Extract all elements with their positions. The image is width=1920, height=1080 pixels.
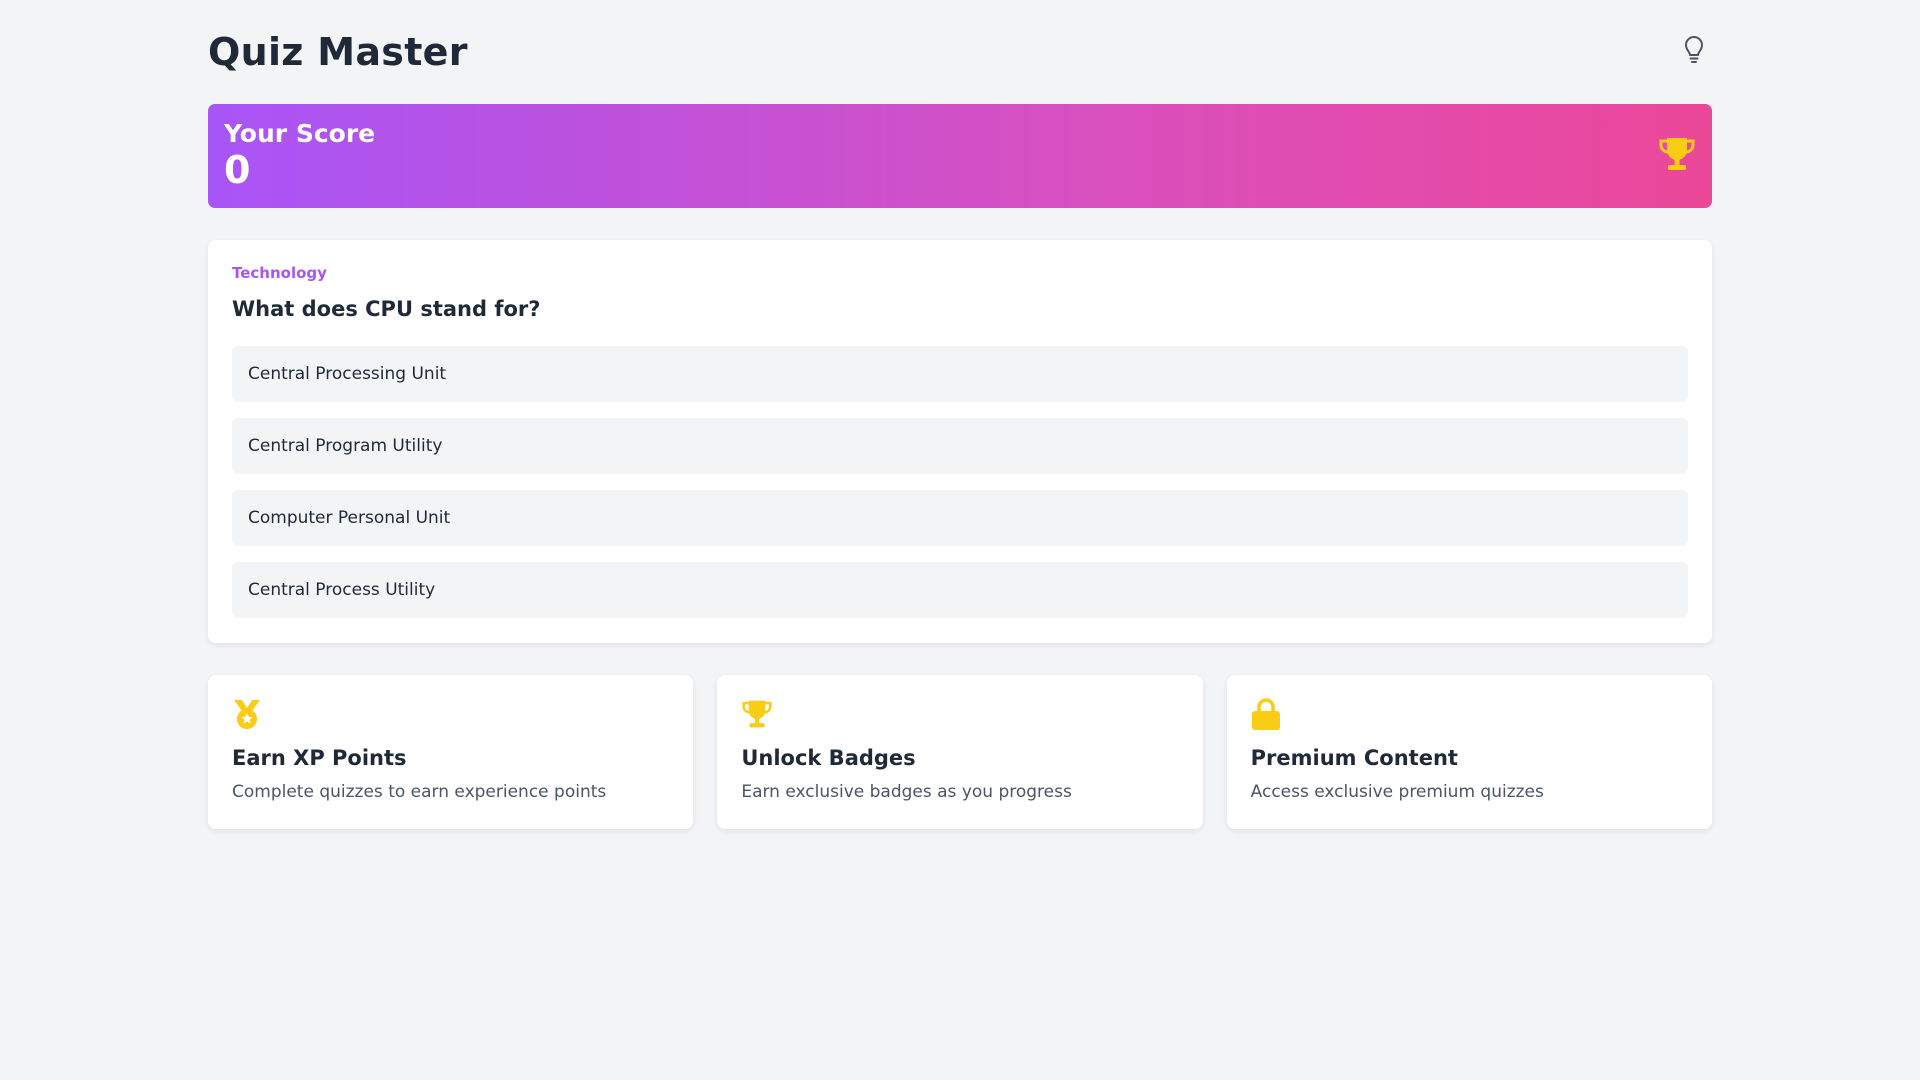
lightbulb-icon — [1682, 36, 1706, 68]
trophy-icon — [1658, 136, 1696, 176]
feature-title: Unlock Badges — [741, 746, 916, 770]
hint-button[interactable] — [1674, 32, 1714, 72]
header: Quiz Master — [208, 0, 1712, 104]
score-info: Your Score 0 — [224, 119, 376, 193]
answer-option[interactable]: Central Processing Unit — [232, 346, 1688, 402]
answer-option[interactable]: Central Process Utility — [232, 562, 1688, 618]
feature-description: Complete quizzes to earn experience poin… — [232, 782, 607, 802]
feature-description: Earn exclusive badges as you progress — [741, 782, 1072, 802]
feature-card-xp: Earn XP Points Complete quizzes to earn … — [208, 675, 694, 829]
trophy-icon — [741, 697, 1178, 731]
feature-card-premium: Premium Content Access exclusive premium… — [1226, 675, 1712, 829]
feature-title: Earn XP Points — [232, 746, 407, 770]
lock-icon — [1251, 697, 1688, 731]
answer-options: Central Processing Unit Central Program … — [232, 346, 1688, 618]
quiz-card: Technology What does CPU stand for? Cent… — [208, 240, 1712, 643]
feature-card-badges: Unlock Badges Earn exclusive badges as y… — [717, 675, 1203, 829]
score-banner: Your Score 0 — [208, 104, 1712, 208]
features-row: Earn XP Points Complete quizzes to earn … — [208, 675, 1712, 829]
score-label: Your Score — [224, 119, 376, 148]
app-container: Quiz Master Your Score 0 Technology What… — [208, 0, 1712, 829]
feature-description: Access exclusive premium quizzes — [1250, 782, 1544, 802]
question-category: Technology — [232, 264, 327, 282]
medal-icon — [232, 697, 669, 731]
answer-option[interactable]: Computer Personal Unit — [232, 490, 1688, 546]
score-value: 0 — [224, 148, 251, 192]
answer-option[interactable]: Central Program Utility — [232, 418, 1688, 474]
feature-title: Premium Content — [1250, 746, 1458, 770]
page-title: Quiz Master — [208, 30, 468, 74]
question-text: What does CPU stand for? — [232, 297, 541, 321]
